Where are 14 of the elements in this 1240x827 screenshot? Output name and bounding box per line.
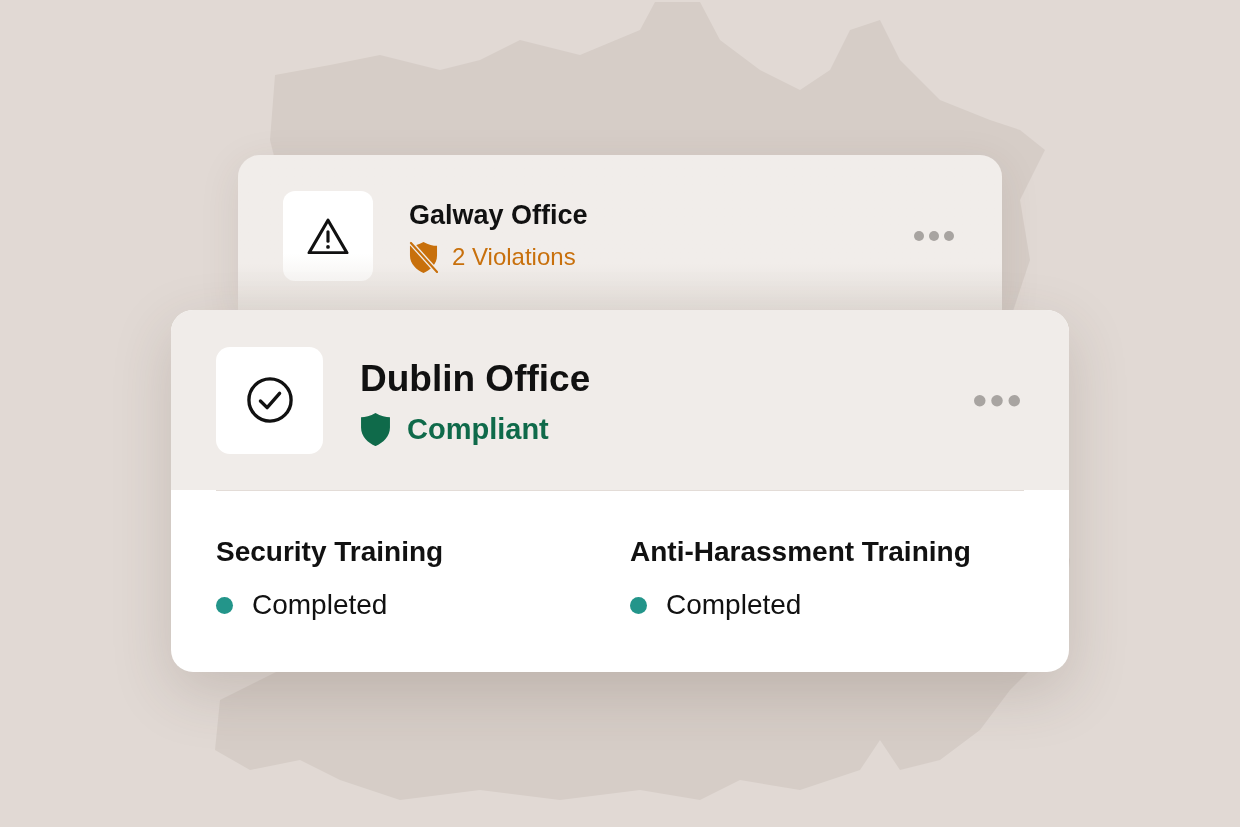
- office-name: Dublin Office: [360, 357, 591, 400]
- warning-icon: [307, 217, 349, 255]
- check-circle-icon: [246, 377, 293, 423]
- more-icon[interactable]: [974, 395, 1020, 407]
- training-status: Completed: [252, 588, 388, 622]
- shield-icon: [360, 411, 391, 447]
- status-label: 2 Violations: [452, 241, 576, 272]
- status-label: Compliant: [407, 412, 549, 446]
- office-name: Galway Office: [409, 199, 588, 231]
- training-title: Security Training: [216, 535, 445, 569]
- more-icon[interactable]: [914, 231, 954, 241]
- training-title: Anti-Harassment Training: [630, 535, 972, 569]
- training-status: Completed: [666, 588, 802, 622]
- shield-off-icon: [409, 241, 438, 273]
